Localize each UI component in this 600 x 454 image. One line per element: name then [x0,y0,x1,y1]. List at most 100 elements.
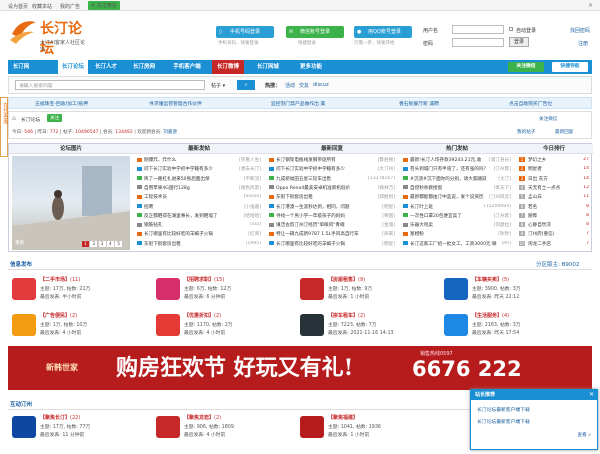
post-row[interactable]: 乐器大甩卖 [何瑟拉] [403,222,511,230]
row-title[interactable]: 工程技术员 [144,195,167,200]
nav-item-mall[interactable]: 长汀网城 [252,60,284,74]
forum-card[interactable]: 【聚焦长汀】(22) 主题: 17万, 帖数: 77万 最后发表: 11 分钟前 [12,414,152,454]
row-title[interactable]: 梦幻之乡 [528,158,546,163]
post-row[interactable]: 长汀哪里有比较好吃的羊蝎子火锅 [明星] [269,241,395,249]
row-title[interactable]: 随晔 [528,214,537,219]
nav-item-home[interactable]: 长汀网 [8,60,34,74]
forum-card[interactable]: 【聚焦福建】 主题: 1041, 帖数: 1936 最后发表: 1 小时前 [300,414,440,454]
rank-row[interactable]: 2 明星者 14 [519,166,589,174]
register-link[interactable]: 注册 [578,40,588,47]
rank-row[interactable]: 3 日出 东方 14 [519,175,589,184]
post-row[interactable]: 东街下街套房出租 [1995] [137,241,261,249]
post-row[interactable]: 问下长汀实验中学初中学籍有多少 [想去长汀] [137,166,261,174]
rank-row[interactable]: 5 孟山白 11 [519,194,589,202]
post-row[interactable]: 长汀哪里有比较好吃的羊蝎子火锅 [红英] [137,231,261,239]
row-title[interactable]: 乐器大甩卖 [410,223,433,228]
forum-name[interactable]: 【生活服务】(4) [472,312,509,319]
forum-name[interactable]: 【二手市场】(11) [40,276,80,283]
row-title[interactable]: 日出 东方 [528,177,548,182]
wechat-link[interactable]: 关注微信 [539,116,557,122]
row-title[interactable]: 长汀哪里有比较好吃的羊蝎子火锅 [276,242,345,247]
post-row[interactable]: 长汀港澳一生涯秒达到，相同，问题 [明星] [269,204,395,212]
qq-login-button[interactable]: ● 用QQ账号登录 [354,26,412,38]
post-row[interactable]: 特让一辆九成新9787 1.5L手风高自行车 [商来] [269,231,395,239]
forum-name[interactable]: 【聚焦龙岩】(2) [184,414,221,421]
rank-row[interactable]: 8 心静自然凉 8 [519,222,589,230]
post-row[interactable]: 钢筋钻孔 [sss] [137,222,261,230]
post-row[interactable]: 反正都晒得在湖里事长，发到晒墙了 [哈哈哈] [137,213,261,221]
password-input[interactable] [452,38,504,47]
phone-login-button[interactable]: ▯ 手机号码登录 [216,26,274,38]
row-title[interactable]: 长汀港澳一生涯秒达到，相同，问题 [276,205,350,210]
close-icon[interactable]: ✕ [589,391,594,398]
post-row[interactable]: #沉渣#沉下面你的分别，请大家踊跃 [大汀] [403,176,511,184]
row-title[interactable]: 东街下街套房出租 [276,195,313,200]
row-title[interactable]: 反正都晒得在湖里事长，发到晒墙了 [144,214,218,219]
forum-name[interactable]: 【聚焦长汀】(22) [40,414,80,421]
quick-nav-dropdown[interactable]: 快捷导航 [552,62,588,72]
nav-item-more[interactable]: 更多功能 [294,60,328,74]
post-row[interactable]: 招聘 [小强嘉] [137,204,261,212]
ad-link[interactable]: 监控刻门禁产品做作出 美 [271,100,325,107]
gallery-page[interactable]: 3 [98,241,106,247]
breadcrumb[interactable]: 长汀论坛 [21,116,40,123]
promo-banner[interactable]: 新韩世家 购房狂欢节 好玩又有礼! 销售热线0597 6676 222 [8,346,592,390]
row-title[interactable]: 闲龙二手店 [528,242,551,247]
rank-row[interactable]: 4 天无有土一点点 12 [519,184,589,193]
row-title[interactable]: 刚爆炸，炸什么 [144,158,176,163]
row-title[interactable]: 降了一路杠扎进来50张后面出保 [144,177,210,182]
row-title[interactable]: 最新!长汀人均存款39243.21元,收 [410,158,481,163]
row-title[interactable]: 天无有土一点点 [528,186,560,191]
post-row[interactable]: 长汀这家工厂招一批女工，工资3000元 联 [hh] [403,241,511,249]
gallery-page[interactable]: 4 [106,241,114,247]
row-title[interactable]: 苍头到城门只有半道了，还有强的吗？ [410,167,488,172]
row-title[interactable]: 明星者 [528,167,542,172]
row-title[interactable]: 心静自然凉 [528,223,551,228]
wechat-login-button[interactable]: ✉ 微信账号登录 [286,26,344,38]
gallery-page[interactable]: 5 [115,241,123,247]
row-title[interactable]: 长汀叶上班 [410,205,433,210]
forum-name[interactable]: 【聚焦福建】 [328,414,358,421]
popup-link[interactable]: 长汀论坛最新客户端下载 [477,406,530,413]
row-title[interactable]: 汀州府(重信) [528,232,555,237]
ad-link[interactable]: 点击自助购买广告位 [509,100,552,107]
row-title[interactable]: 问下长汀实验中学初中学籍有多少 [144,167,213,172]
gallery-page[interactable]: 2 [90,241,98,247]
post-row[interactable]: Oppo Reno4最美安卓机准新机低价 [微林万] [269,185,395,193]
forum-icon[interactable] [300,314,324,336]
nav-follow-wechat[interactable]: 关注微信 [508,62,544,72]
forum-name[interactable]: 【拼车租车】(2) [328,312,365,319]
nav-item-jobs[interactable]: 长汀人才 [90,60,122,74]
row-title[interactable]: 长汀哪里有比较好吃的羊蝎子火锅 [144,232,213,237]
forum-name[interactable]: 【广告便民】(2) [40,312,77,319]
row-title[interactable]: Oppo Reno4最美安卓机准新机低价 [276,186,350,191]
row-title[interactable]: 寻找一个男小学一年级孩子的妈妈 [276,214,345,219]
ad-link[interactable]: 五福珠宝-回收/加工/抵押 [35,100,88,107]
gallery-page[interactable]: 1 [82,241,89,247]
post-row[interactable]: 最新!长汀人均存款39243.21元,收 [第汀县长] [403,157,511,165]
nav-item-forum[interactable]: 长汀论坛 [58,60,88,74]
newest-reply-link[interactable]: 最新回复 [555,129,573,135]
row-title[interactable]: 一次性口罩20包便宜卖了 [410,214,462,219]
nav-item-weibo[interactable]: 长汀微博 [212,60,244,74]
post-row[interactable]: 自捞秒杀教授窗 [寄天下] [403,185,511,193]
rank-row[interactable]: 9 汀州府(重信) 7 [519,231,589,239]
forum-card[interactable]: 【二手市场】(11) 主题: 17万, 帖数: 21万 最后发表: 半小时前 [12,276,152,316]
forum-name[interactable]: 【优惠折扣】(2) [184,312,221,319]
row-title[interactable]: 长汀这家工厂招一批女工，工资3000元 联 [410,242,497,247]
find-password-link[interactable]: 找回密码 [570,27,590,34]
site-logo[interactable]: 长汀论坛 大汀州客家人社区论坛 [8,14,88,57]
forum-icon[interactable] [300,416,324,438]
forum-icon[interactable] [156,416,180,438]
nav-item-mobile[interactable]: 手机客户端 [168,60,206,74]
forum-name[interactable]: 【房屋租售】(9) [328,276,365,283]
forum-icon[interactable] [12,416,36,438]
post-row[interactable]: 长汀钢架电瓶线发钢带促所有 [鲁伯顿] [269,157,395,165]
row-title[interactable]: 自捞秒杀教授窗 [410,186,442,191]
info-section-moderator[interactable]: 分区版主: B9002 [536,260,579,268]
home-icon[interactable]: ⌂ [12,115,16,122]
set-home-link[interactable]: 设为首页 [8,3,28,10]
row-title[interactable]: 自用苹果4G国行128g [144,186,190,191]
nav-item-house[interactable]: 长汀房网 [128,60,160,74]
row-title[interactable]: 钢筋钻孔 [144,223,162,228]
